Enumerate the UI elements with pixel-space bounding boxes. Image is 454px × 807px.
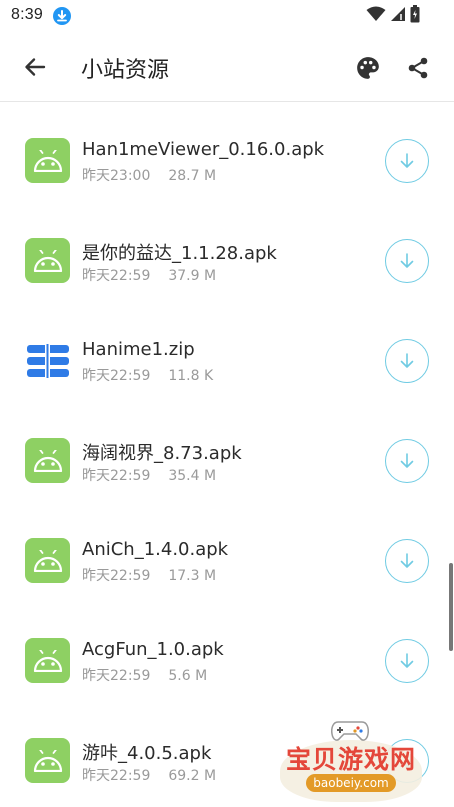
file-size: 69.2 M <box>168 768 217 784</box>
file-time: 昨天22:59 <box>82 568 151 584</box>
android-icon <box>25 438 70 483</box>
list-item[interactable]: AniCh_1.4.0.apk 昨天22:59 17.3 M <box>0 502 454 602</box>
file-list: Han1meViewer_0.16.0.apk 昨天23:00 28.7 M 是你… <box>0 102 454 807</box>
cellular-signal-icon <box>390 6 406 27</box>
list-item[interactable]: AcgFun_1.0.apk 昨天22:59 5.6 M <box>0 602 454 702</box>
file-size: 17.3 M <box>168 568 217 584</box>
file-meta: 昨天22:59 11.8 K <box>82 365 213 385</box>
share-button[interactable] <box>402 52 434 84</box>
download-button[interactable] <box>385 139 429 183</box>
list-item[interactable]: Hanime1.zip 昨天22:59 11.8 K <box>0 302 454 402</box>
download-icon <box>400 453 414 468</box>
page-title: 小站资源 <box>81 58 170 83</box>
list-item[interactable]: Han1meViewer_0.16.0.apk 昨天23:00 28.7 M <box>0 102 454 202</box>
download-notification-icon <box>53 7 71 25</box>
file-time: 昨天22:59 <box>82 368 151 384</box>
download-icon <box>400 553 414 568</box>
file-size: 35.4 M <box>168 468 217 484</box>
file-name: Hanime1.zip <box>82 339 195 360</box>
download-icon <box>400 353 414 368</box>
file-meta: 昨天22:59 69.2 M <box>82 765 216 785</box>
file-time: 昨天23:00 <box>82 168 151 184</box>
download-icon <box>400 253 414 268</box>
file-time: 昨天22:59 <box>82 468 151 484</box>
status-bar: 8:39 <box>0 0 454 32</box>
palette-icon <box>357 57 379 79</box>
file-time: 昨天22:59 <box>82 668 151 684</box>
android-icon <box>25 738 70 783</box>
share-icon <box>408 57 428 79</box>
download-button[interactable] <box>385 639 429 683</box>
file-name: AniCh_1.4.0.apk <box>82 539 229 560</box>
status-right <box>366 4 420 28</box>
android-icon <box>25 238 70 283</box>
wifi-icon <box>366 6 386 27</box>
file-time: 昨天22:59 <box>82 268 151 284</box>
scrollbar[interactable] <box>449 563 453 651</box>
android-icon <box>25 538 70 583</box>
file-size: 28.7 M <box>168 168 217 184</box>
watermark-url: baobeiy.com <box>306 774 396 792</box>
watermark: 宝贝游戏网 baobeiy.com <box>276 716 426 804</box>
file-name: 是你的益达_1.1.28.apk <box>82 243 277 264</box>
android-icon <box>25 638 70 683</box>
file-time: 昨天22:59 <box>82 768 151 784</box>
file-meta: 昨天22:59 37.9 M <box>82 265 216 285</box>
file-name: Han1meViewer_0.16.0.apk <box>82 139 325 160</box>
file-name: 海阔视界_8.73.apk <box>82 443 242 464</box>
list-item[interactable]: 海阔视界_8.73.apk 昨天22:59 35.4 M <box>0 402 454 502</box>
app-bar: 小站资源 <box>0 32 454 102</box>
archive-icon <box>25 338 70 383</box>
back-button[interactable] <box>18 50 52 84</box>
file-name: AcgFun_1.0.apk <box>82 639 224 660</box>
theme-palette-button[interactable] <box>352 52 384 84</box>
list-item[interactable]: 是你的益达_1.1.28.apk 昨天22:59 37.9 M <box>0 202 454 302</box>
arrow-back-icon <box>25 58 46 76</box>
download-icon <box>400 153 414 168</box>
file-size: 11.8 K <box>168 368 214 384</box>
download-button[interactable] <box>385 439 429 483</box>
download-button[interactable] <box>385 239 429 283</box>
status-time: 8:39 <box>11 6 43 23</box>
file-size: 37.9 M <box>168 268 217 284</box>
file-meta: 昨天23:00 28.7 M <box>82 165 216 185</box>
download-button[interactable] <box>385 539 429 583</box>
file-size: 5.6 M <box>168 668 208 684</box>
download-button[interactable] <box>385 339 429 383</box>
file-meta: 昨天22:59 5.6 M <box>82 665 207 685</box>
battery-icon <box>410 4 420 28</box>
file-name: 游咔_4.0.5.apk <box>82 743 212 764</box>
file-meta: 昨天22:59 17.3 M <box>82 565 216 585</box>
android-icon <box>25 138 70 183</box>
file-meta: 昨天22:59 35.4 M <box>82 465 216 485</box>
watermark-text: 宝贝游戏网 <box>285 745 416 774</box>
download-icon <box>400 653 414 668</box>
